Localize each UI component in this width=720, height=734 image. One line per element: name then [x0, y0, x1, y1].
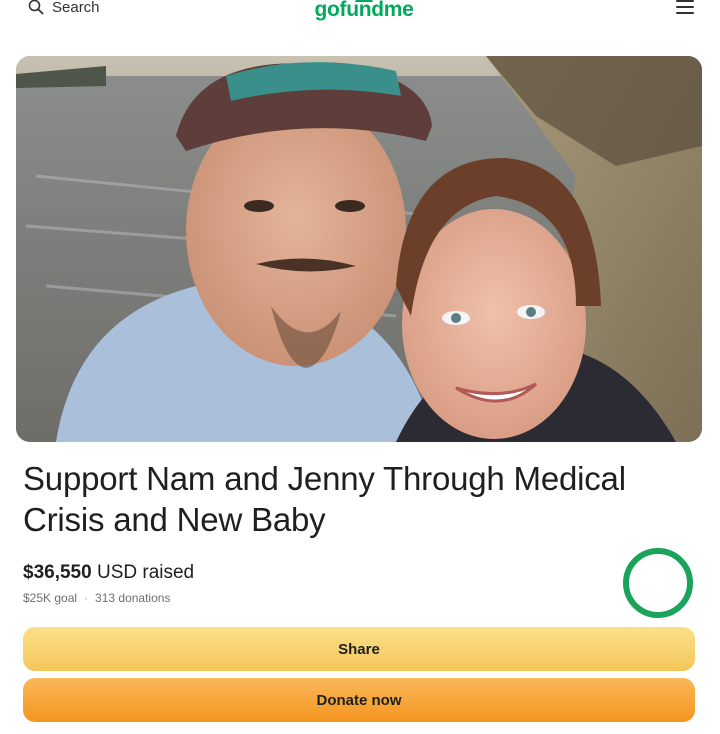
raised-suffix: USD raised: [96, 562, 195, 583]
gofundme-logo[interactable]: gofundme: [309, 0, 419, 26]
campaign-meta: $25K goal · 313 donations: [23, 591, 170, 605]
campaign-title: Support Nam and Jenny Through Medical Cr…: [23, 460, 626, 538]
search-label: Search: [52, 0, 100, 16]
top-header: Search gofundme: [0, 0, 720, 40]
campaign-page: Search gofundme Support Nam and Jenny Th…: [0, 0, 720, 734]
search-icon: [28, 0, 44, 15]
goal-text: $25K goal: [23, 591, 78, 605]
amount-raised: $36,550 USD raised: [23, 562, 194, 584]
raised-amount: $36,550: [23, 562, 92, 583]
progress-ring-fill: [623, 548, 693, 618]
campaign-hero-image: [16, 56, 702, 442]
progress-ring: [623, 548, 693, 618]
separator-dot: ·: [84, 591, 89, 605]
logo-text: gofundme: [314, 0, 414, 21]
donate-now-button[interactable]: Donate now: [23, 678, 695, 722]
hamburger-menu-icon: [676, 0, 694, 2]
share-button[interactable]: Share: [23, 627, 695, 671]
couple-photo: [16, 56, 702, 442]
menu-button[interactable]: [674, 0, 696, 16]
search-button[interactable]: Search: [28, 0, 100, 18]
donations-count: 313 donations: [95, 591, 171, 605]
